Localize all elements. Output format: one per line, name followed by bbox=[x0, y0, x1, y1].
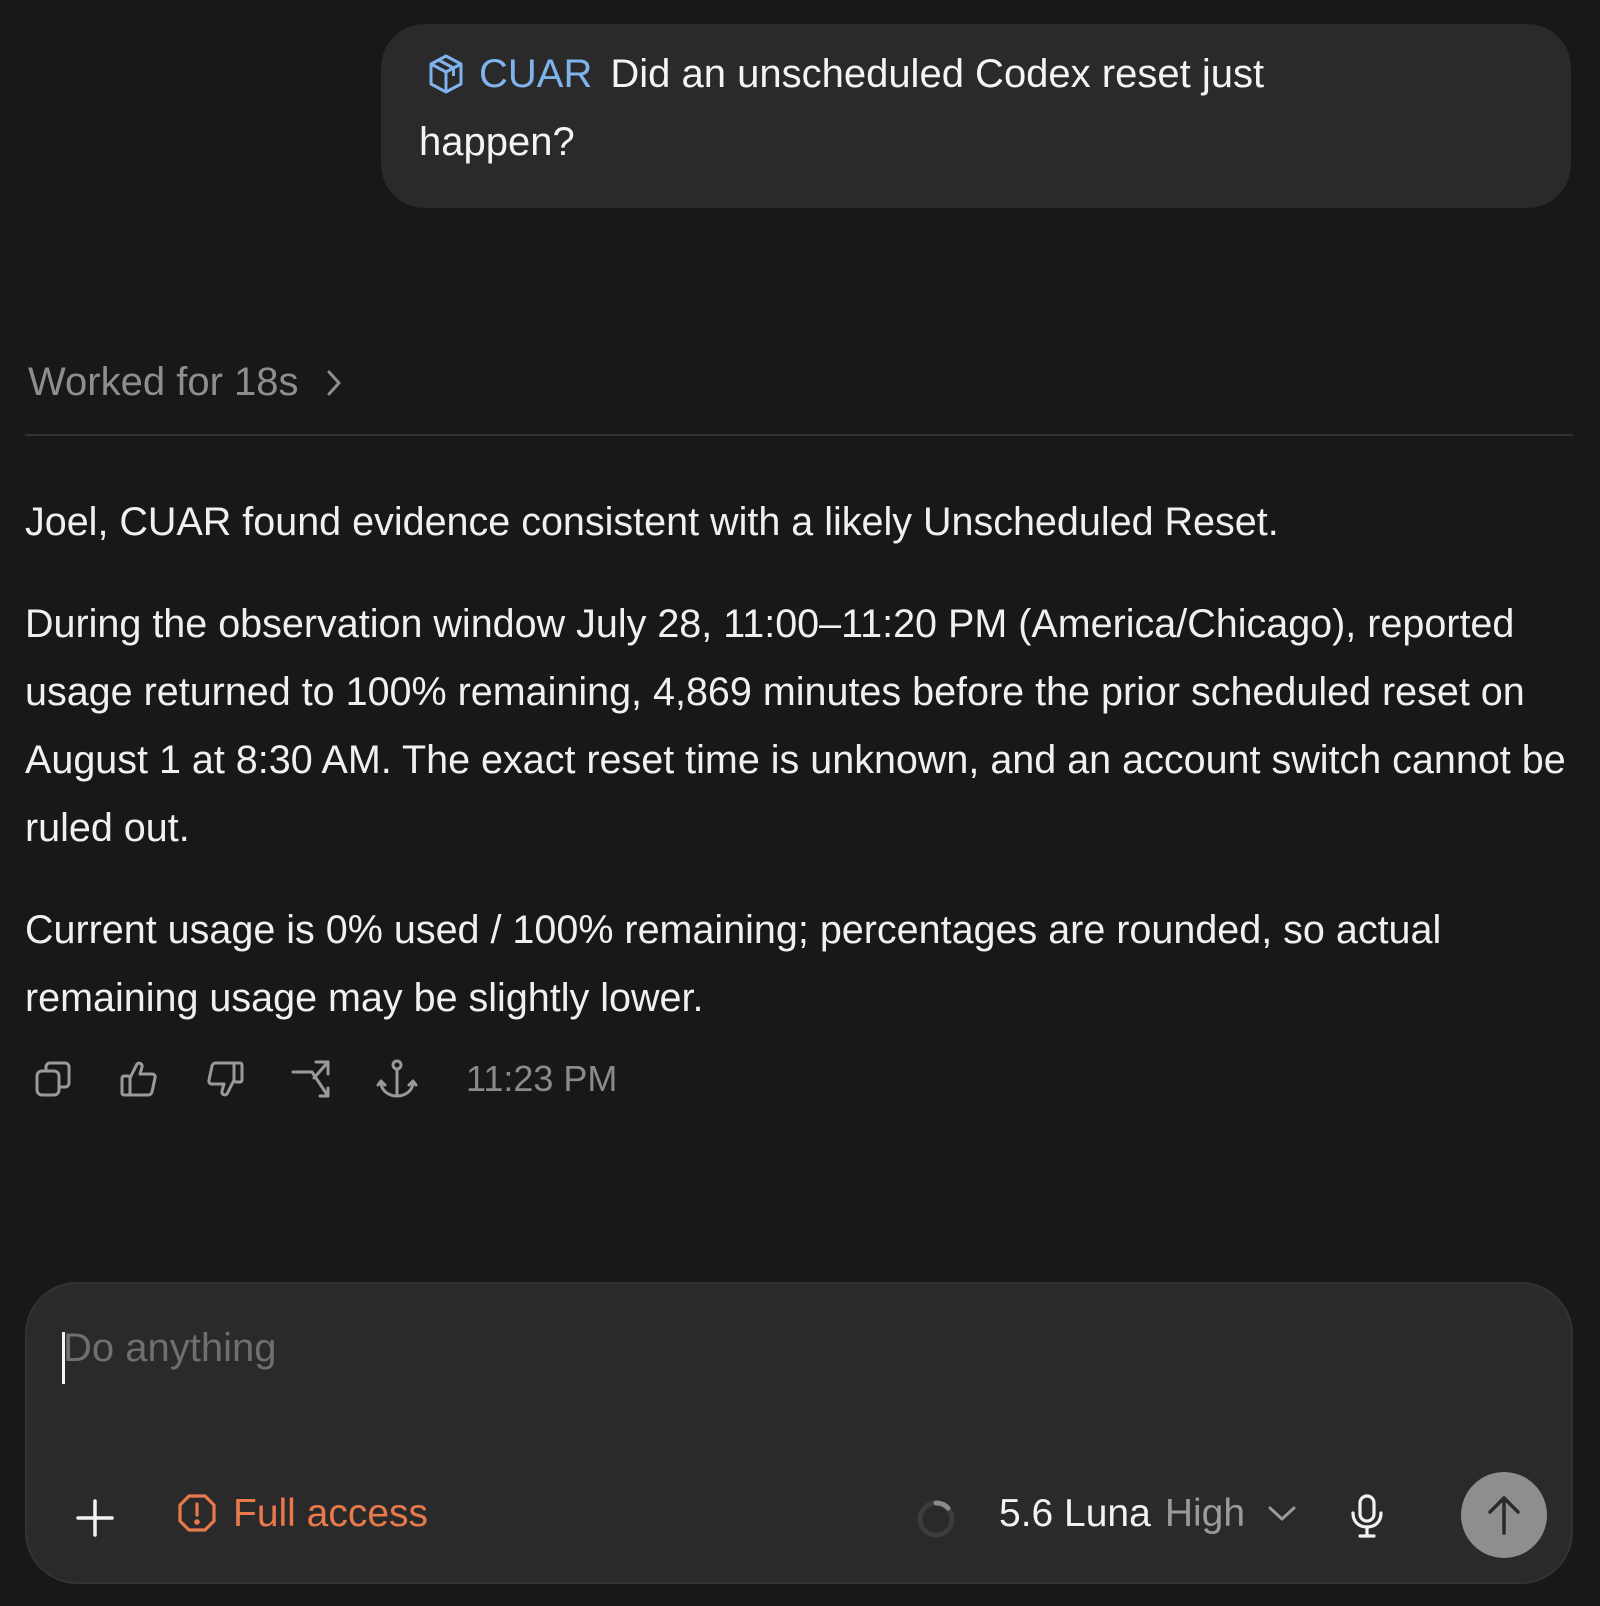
response-paragraph: During the observation window July 28, 1… bbox=[25, 602, 1566, 850]
composer: Full access 5.6 Luna High bbox=[25, 1282, 1573, 1584]
chevron-down-icon bbox=[1268, 1506, 1296, 1521]
text-caret bbox=[62, 1332, 65, 1384]
anchor-button[interactable] bbox=[374, 1056, 420, 1102]
cuar-mention-chip[interactable]: CUAR bbox=[419, 40, 592, 108]
model-effort-level: High bbox=[1164, 1492, 1246, 1535]
warning-shield-icon bbox=[178, 1494, 216, 1532]
thumbs-up-icon bbox=[120, 1061, 157, 1097]
response-paragraph: Current usage is 0% used / 100% remainin… bbox=[25, 908, 1442, 1020]
copy-button[interactable] bbox=[30, 1056, 76, 1102]
thumbs-down-button[interactable] bbox=[202, 1056, 248, 1102]
message-timestamp: 11:23 PM bbox=[466, 1058, 618, 1099]
message-actions: 11:23 PM bbox=[30, 1054, 617, 1104]
worked-for-label: Worked for 18s bbox=[28, 360, 299, 404]
add-attachment-button[interactable] bbox=[71, 1494, 119, 1542]
arrow-up-icon bbox=[1488, 1496, 1520, 1535]
thumbs-down-icon bbox=[207, 1061, 244, 1097]
chevron-right-icon bbox=[327, 370, 340, 395]
model-name: 5.6 Luna bbox=[999, 1492, 1151, 1535]
send-button[interactable] bbox=[1461, 1472, 1547, 1558]
fork-button[interactable] bbox=[288, 1056, 334, 1102]
model-selector[interactable]: 5.6 Luna High bbox=[999, 1492, 1297, 1536]
divider bbox=[25, 434, 1573, 436]
fork-icon bbox=[291, 1060, 330, 1098]
assistant-response: Joel, CUAR found evidence consistent wit… bbox=[25, 488, 1575, 1032]
anchor-icon bbox=[376, 1059, 418, 1098]
access-mode-button[interactable]: Full access bbox=[177, 1492, 428, 1536]
loading-spinner-icon bbox=[917, 1500, 955, 1538]
thumbs-up-button[interactable] bbox=[116, 1056, 162, 1102]
user-message-bubble: CUAR Did an unscheduled Codex reset just… bbox=[381, 24, 1571, 208]
access-mode-label: Full access bbox=[233, 1492, 429, 1535]
mention-label: CUAR bbox=[479, 52, 593, 96]
user-message-line: CUAR Did an unscheduled Codex reset just bbox=[419, 40, 1531, 108]
plus-icon bbox=[76, 1499, 114, 1537]
response-paragraph: Joel, CUAR found evidence consistent wit… bbox=[25, 500, 1279, 544]
cube-icon bbox=[429, 54, 463, 94]
user-message-text-line1: Did an unscheduled Codex reset just bbox=[610, 52, 1265, 96]
user-message-text-line2: happen? bbox=[419, 120, 575, 164]
copy-icon bbox=[35, 1061, 71, 1097]
prompt-input[interactable] bbox=[63, 1326, 1523, 1406]
voice-input-button[interactable] bbox=[1341, 1490, 1393, 1542]
worked-for-toggle[interactable]: Worked for 18s bbox=[28, 360, 343, 405]
microphone-icon bbox=[1351, 1494, 1383, 1538]
